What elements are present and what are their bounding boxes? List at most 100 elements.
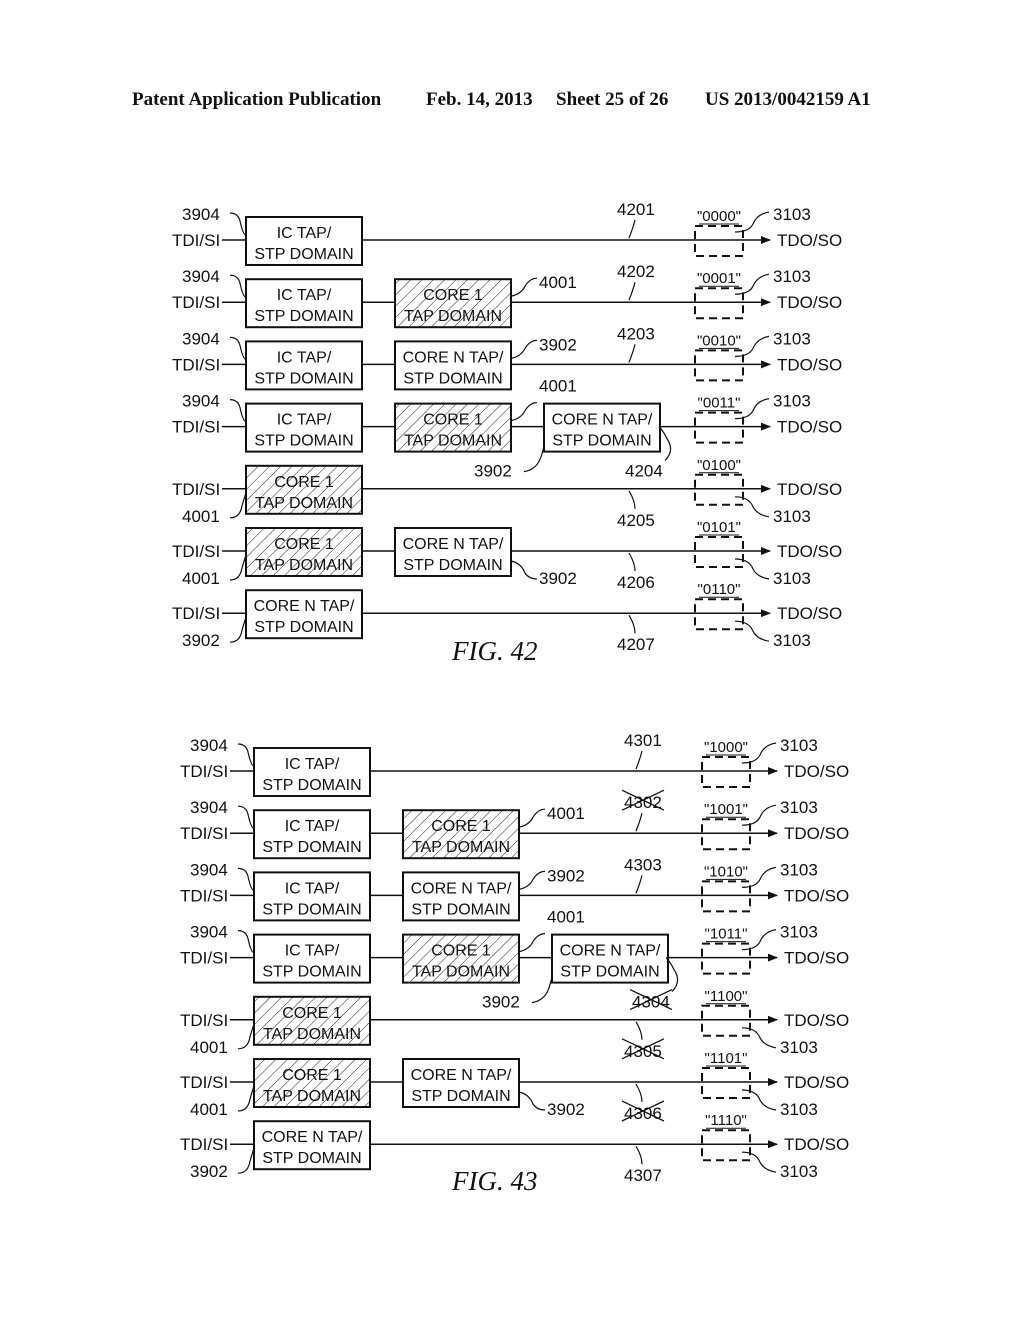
register-ref-label: 3103 — [780, 736, 818, 755]
box-label-line2: STP DOMAIN — [254, 619, 353, 636]
ref-label: 4001 — [190, 1038, 228, 1057]
box-label-line1: CORE N TAP/ — [254, 598, 355, 615]
ref-label: 3904 — [182, 267, 220, 286]
instruction-code: "1110" — [705, 1112, 747, 1129]
input-label-tdi-si: TDI/SI — [180, 762, 228, 781]
leader-line — [734, 496, 770, 518]
box-label-line2: STP DOMAIN — [254, 433, 353, 450]
scan-path-row: TDI/SI CORE 1 TAP DOMAIN 4001 CORE N TAP/STP… — [180, 1050, 849, 1123]
input-label-tdi-si: TDI/SI — [172, 418, 220, 437]
domain-box-coren: CORE N TAP/STP DOMAIN 3902 — [402, 1058, 585, 1119]
leader-line — [518, 1091, 546, 1111]
box-label-line1: IC TAP/ — [285, 756, 340, 773]
leader-line — [734, 620, 770, 642]
leader-line — [510, 339, 538, 359]
leader-line — [518, 933, 546, 953]
scan-path-row: TDI/SI IC TAP/STP DOMAIN 3904 "0000" TDO/SO 3… — [172, 200, 842, 266]
box-label-line2: STP DOMAIN — [262, 777, 361, 794]
instruction-register-box — [701, 1067, 751, 1099]
scan-path-row: TDI/SI CORE 1 TAP DOMAIN 4001 CORE N TAP/STP… — [172, 519, 842, 592]
instruction-code: "1000" — [704, 739, 748, 756]
ref-label: 3904 — [182, 329, 220, 348]
figure-43: TDI/SI IC TAP/STP DOMAIN 3904 "1000" TDO/SO 3… — [180, 731, 849, 1196]
path-ref-label: 4207 — [617, 635, 655, 654]
leader-line — [510, 402, 538, 422]
path-ref-label: 4307 — [624, 1166, 662, 1185]
leader-line — [635, 750, 643, 770]
box-label-line2: TAP DOMAIN — [412, 964, 510, 981]
leader-line — [510, 560, 538, 580]
leader-line — [237, 743, 255, 767]
instruction-code: "1011" — [705, 926, 748, 943]
box-label-line2: STP DOMAIN — [262, 1150, 361, 1167]
leader-line — [229, 336, 247, 360]
instruction-code: "0000" — [697, 208, 741, 225]
leader-line — [628, 614, 636, 634]
leader-line — [531, 972, 553, 1004]
box-label-line1: IC TAP/ — [277, 412, 332, 429]
instruction-register-box — [701, 1129, 751, 1162]
figure-title: FIG. 43 — [451, 1166, 537, 1196]
box-label-line2: STP DOMAIN — [411, 1088, 510, 1105]
instruction-code: "0010" — [697, 332, 741, 349]
leader-line — [628, 219, 636, 239]
leader-line — [635, 1083, 643, 1103]
box-label-line2: TAP DOMAIN — [412, 839, 510, 856]
leader-line — [229, 617, 247, 643]
leader-line — [237, 1023, 255, 1050]
path-ref-label: 4305 — [624, 1042, 662, 1061]
instruction-code: "0001" — [697, 270, 741, 287]
instruction-register-box — [694, 473, 744, 506]
leader-line — [237, 805, 255, 829]
box-label-line1: CORE 1 — [431, 818, 491, 835]
instruction-register-box — [701, 880, 751, 913]
box-label-line2: STP DOMAIN — [411, 901, 510, 918]
output-label-tdo-so: TDO/SO — [777, 418, 842, 437]
path-ref-label: 4304 — [632, 993, 670, 1012]
ref-label: 4001 — [539, 273, 577, 292]
register-ref-label: 3103 — [773, 631, 811, 650]
box-label-line2: STP DOMAIN — [254, 246, 353, 263]
leader-line — [628, 490, 636, 509]
input-label-tdi-si: TDI/SI — [180, 1135, 228, 1154]
box-label-line1: CORE N TAP/ — [411, 880, 512, 897]
ref-label: 3902 — [182, 631, 220, 650]
leader-line — [635, 875, 643, 894]
output-label-tdo-so: TDO/SO — [784, 824, 849, 843]
patent-drawing: TDI/SI IC TAP/STP DOMAIN 3904 "0000" TDO/SO 3… — [172, 200, 849, 1196]
scan-path-row: TDI/SI IC TAP/STP DOMAIN 3904 CORE N TAP/ST… — [172, 324, 842, 391]
leader-line — [523, 441, 545, 473]
leader-line — [741, 1027, 777, 1049]
box-label-line2: STP DOMAIN — [254, 370, 353, 387]
instruction-code: "0011" — [698, 395, 741, 412]
instruction-register-box — [694, 536, 744, 568]
ref-label: 4001 — [182, 507, 220, 526]
box-label-line1: IC TAP/ — [285, 818, 340, 835]
box-label-line1: IC TAP/ — [277, 349, 332, 366]
leader-line — [518, 808, 546, 828]
input-label-tdi-si: TDI/SI — [172, 604, 220, 623]
leader-line — [518, 870, 546, 890]
leader-line — [628, 552, 636, 572]
instruction-register-box — [694, 411, 744, 444]
instruction-register-box — [701, 756, 751, 788]
box-label-line2: STP DOMAIN — [262, 964, 361, 981]
scan-path-row: TDI/SI IC TAP/STP DOMAIN 3904 CORE N TAP/ST… — [180, 855, 849, 922]
output-label-tdo-so: TDO/SO — [777, 542, 842, 561]
input-label-tdi-si: TDI/SI — [172, 480, 220, 499]
ref-label: 3902 — [539, 569, 577, 588]
register-ref-label: 3103 — [780, 1100, 818, 1119]
box-label-line2: STP DOMAIN — [552, 433, 651, 450]
register-ref-label: 3103 — [773, 329, 811, 348]
leader-line — [237, 930, 255, 954]
instruction-register-box — [701, 818, 751, 851]
ref-label: 3904 — [190, 736, 228, 755]
scan-path-row: TDI/SI IC TAP/STP DOMAIN 3904 CORE 1 TAP DOM… — [172, 262, 842, 329]
box-label-line1: IC TAP/ — [277, 287, 332, 304]
leader-line — [635, 1021, 643, 1040]
ref-label: 4001 — [190, 1100, 228, 1119]
instruction-code: "0100" — [697, 457, 741, 474]
box-label-line1: CORE 1 — [423, 287, 483, 304]
box-label-line2: TAP DOMAIN — [255, 557, 353, 574]
instruction-code: "1001" — [704, 801, 748, 818]
